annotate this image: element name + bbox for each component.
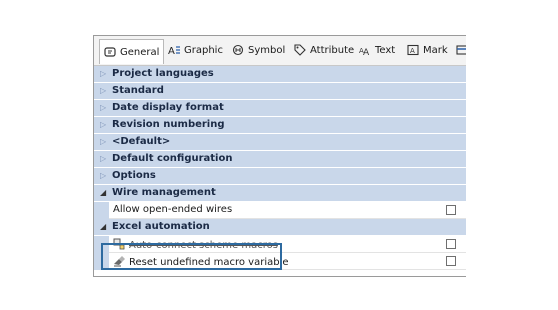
collapse-arrow-icon[interactable]: ◢ xyxy=(100,188,106,197)
graphic-icon: A xyxy=(168,46,180,56)
text-icon: A A xyxy=(359,47,370,56)
row-gutter xyxy=(94,253,109,270)
allow-open-ended-wires-checkbox[interactable] xyxy=(446,205,456,215)
expand-arrow-icon[interactable]: ▷ xyxy=(100,171,106,180)
svg-text:A: A xyxy=(168,46,175,56)
reset-undefined-macro-variable-checkbox[interactable] xyxy=(446,256,456,266)
category-default[interactable]: ▷ <Default> xyxy=(94,134,466,151)
category-options[interactable]: ▷ Options xyxy=(94,168,466,185)
mark-icon: A xyxy=(407,44,419,56)
tab-label: Attribute xyxy=(310,44,355,56)
property-reset-undefined-macro-variable: Reset undefined macro variable xyxy=(94,253,466,270)
auto-connect-scheme-macros-checkbox[interactable] xyxy=(446,239,456,249)
category-excel-automation[interactable]: ◢ Excel automation xyxy=(94,219,466,236)
expand-arrow-icon[interactable]: ▷ xyxy=(100,154,106,163)
property-label: Auto-connect scheme macros xyxy=(113,238,278,251)
tab-label: Symbol xyxy=(248,44,286,56)
category-standard[interactable]: ▷ Standard xyxy=(94,83,466,100)
expand-arrow-icon[interactable]: ▷ xyxy=(100,69,106,78)
table-icon xyxy=(456,45,466,55)
tab-label: Graphic xyxy=(184,44,223,56)
category-wire-management[interactable]: ◢ Wire management xyxy=(94,185,466,202)
svg-text:A: A xyxy=(410,47,415,55)
category-project-languages[interactable]: ▷ Project languages xyxy=(94,66,466,83)
eraser-icon xyxy=(114,256,125,267)
category-date-display-format[interactable]: ▷ Date display format xyxy=(94,100,466,117)
tab-bar: General A Graphic Symbol Attribute A A T… xyxy=(94,36,466,66)
expand-arrow-icon[interactable]: ▷ xyxy=(100,137,106,146)
expand-arrow-icon[interactable]: ▷ xyxy=(100,86,106,95)
category-revision-numbering[interactable]: ▷ Revision numbering xyxy=(94,117,466,134)
symbol-icon xyxy=(232,44,244,56)
tab-text[interactable]: A A Text xyxy=(359,39,395,61)
tab-symbol[interactable]: Symbol xyxy=(232,39,285,61)
tab-label: General xyxy=(120,46,160,58)
collapse-arrow-icon[interactable]: ◢ xyxy=(100,222,106,231)
properties-panel: General A Graphic Symbol Attribute A A T… xyxy=(93,35,466,277)
row-gutter xyxy=(94,202,109,219)
general-icon xyxy=(104,47,116,57)
tab-label: Text xyxy=(375,44,396,56)
tab-mark[interactable]: A Mark xyxy=(407,39,448,61)
property-label: Reset undefined macro variable xyxy=(113,255,289,268)
macro-connect-icon xyxy=(113,238,125,250)
property-allow-open-ended-wires: Allow open-ended wires xyxy=(94,202,466,219)
category-default-configuration[interactable]: ▷ Default configuration xyxy=(94,151,466,168)
tab-label: Mark xyxy=(423,44,448,56)
tab-overflow[interactable] xyxy=(456,39,466,61)
tab-graphic[interactable]: A Graphic xyxy=(168,39,223,61)
tab-attribute[interactable]: Attribute xyxy=(294,39,354,61)
tab-general[interactable]: General xyxy=(99,39,165,64)
property-label-text: Auto-connect scheme macros xyxy=(129,240,278,251)
expand-arrow-icon[interactable]: ▷ xyxy=(100,120,106,129)
property-label-text: Reset undefined macro variable xyxy=(129,257,289,268)
property-grid: ▷ Project languages ▷ Standard ▷ Date di… xyxy=(94,66,466,270)
svg-text:A: A xyxy=(363,48,370,56)
row-divider xyxy=(109,269,466,270)
attribute-icon xyxy=(294,44,306,56)
expand-arrow-icon[interactable]: ▷ xyxy=(100,103,106,112)
row-gutter xyxy=(94,236,109,253)
property-auto-connect-scheme-macros: Auto-connect scheme macros xyxy=(94,236,466,253)
